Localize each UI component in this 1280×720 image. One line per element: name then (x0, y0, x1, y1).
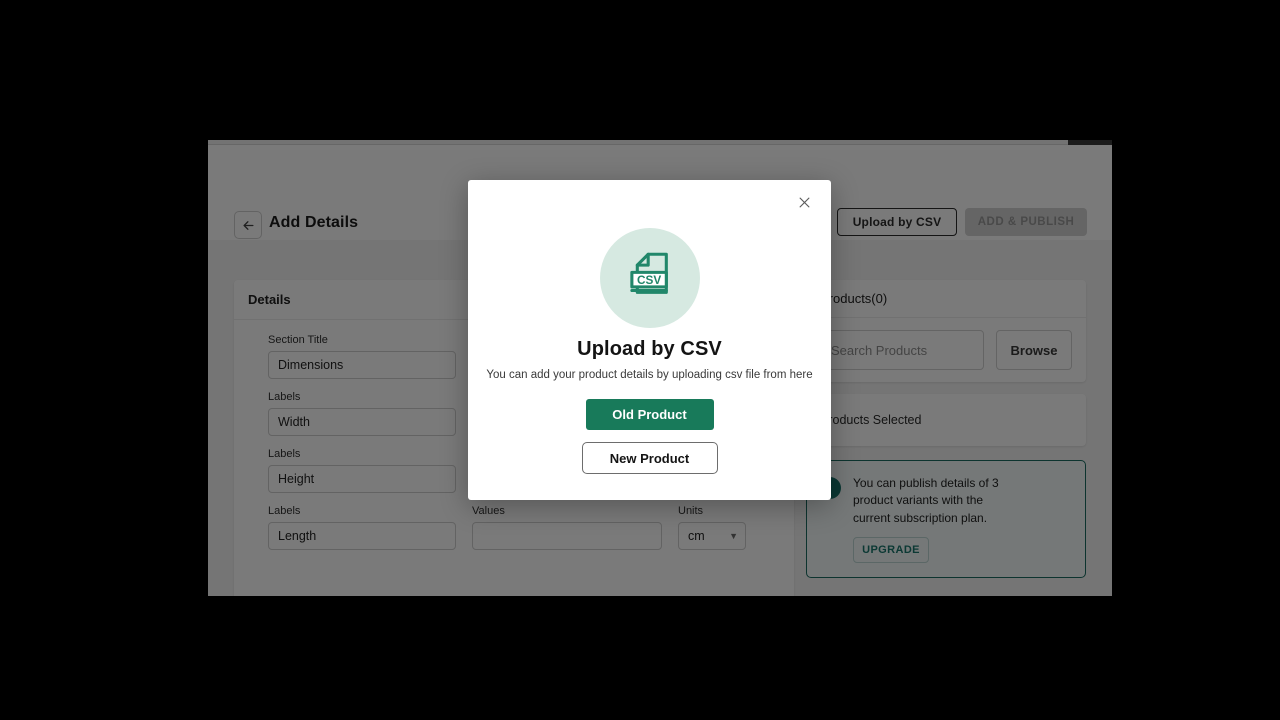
svg-text:CSV: CSV (636, 274, 660, 287)
csv-file-icon: CSV (621, 247, 679, 310)
close-button[interactable] (794, 195, 814, 215)
modal-title: Upload by CSV (577, 338, 722, 360)
csv-icon-badge: CSV (599, 228, 700, 328)
close-icon (797, 195, 812, 215)
modal-subtitle: You can add your product details by uplo… (486, 369, 813, 381)
upload-by-csv-modal: CSV Upload by CSV You can add your produ… (468, 180, 831, 500)
new-product-button[interactable]: New Product (581, 442, 718, 474)
old-product-button[interactable]: Old Product (585, 399, 714, 430)
